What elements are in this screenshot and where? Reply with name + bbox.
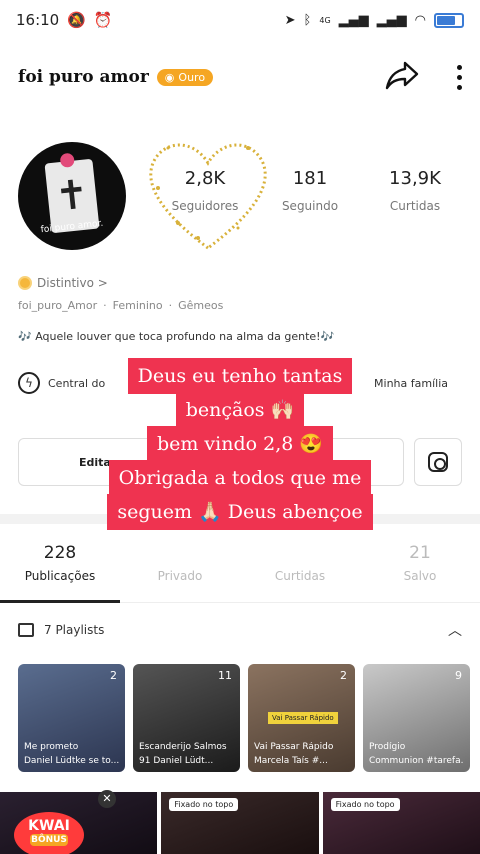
overlay-line: bençãos 🙌🏻 [175, 392, 305, 428]
playlist-count: 2 [340, 669, 347, 682]
playlist-row: 2 Me prometo Daniel Lüdtke se to... 11 E… [18, 664, 480, 772]
playlist-card[interactable]: 9 Prodígio Communion #tarefa... [363, 664, 470, 772]
overlay-line: Obrigada a todos que me [108, 460, 372, 496]
cross-icon: ✝ [52, 171, 92, 221]
status-left: 16:10 🔕 ⏰ [16, 11, 113, 29]
stat-label: Seguindo [281, 199, 339, 213]
badge-icon [18, 276, 32, 290]
playlist-icon [18, 623, 34, 637]
video-thumbnail[interactable]: KWAI BÔNUS [0, 792, 158, 854]
separator: · [103, 299, 107, 312]
stat-likes[interactable]: 13,9K Curtidas [370, 168, 460, 213]
tier-badge[interactable]: ◉ Ouro [156, 68, 214, 86]
mute-icon: 🔕 [67, 11, 86, 29]
more-options-icon[interactable] [457, 64, 462, 90]
stat-label: Curtidas [389, 199, 441, 213]
profile-meta: foi_puro_Amor · Feminino · Gêmeos [18, 299, 223, 312]
stat-label: Seguidores [171, 199, 239, 213]
bio: 🎶 Aquele louver que toca profundo na alm… [18, 330, 335, 343]
header-actions [385, 60, 462, 95]
zodiac-sign: Gêmeos [178, 299, 224, 312]
tab-likes[interactable]: Curtidas [240, 535, 360, 602]
bluetooth-icon: ᛒ [303, 12, 312, 28]
tab-saved[interactable]: 21 Salvo [360, 535, 480, 602]
pin-icon [59, 152, 75, 168]
playlist-card[interactable]: 11 Escanderijo Salmos 91 Daniel Lüdt... [133, 664, 240, 772]
playlist-title: Me prometo [24, 742, 79, 752]
badge-label: Distintivo > [37, 276, 108, 290]
profile-stats: 2,8K Seguidores 181 Seguindo 13,9K Curti… [160, 168, 460, 213]
video-thumbnail[interactable]: Fixado no topo [161, 792, 319, 854]
video-thumbnail[interactable]: Fixado no topo [322, 792, 480, 854]
content-tabs: 228 Publicações Privado Curtidas 21 Salv… [0, 535, 480, 603]
playlists-header[interactable]: 7 Playlists ︿ [18, 620, 462, 640]
stat-followers[interactable]: 2,8K Seguidores [160, 168, 250, 213]
separator: · [168, 299, 173, 312]
signal-icon: ▂▄▆ [338, 12, 369, 28]
overlay-line: bem vindo 2,8 😍 [146, 426, 334, 462]
tab-publications[interactable]: 228 Publicações [0, 535, 120, 602]
playlist-count: 2 [110, 669, 117, 682]
stat-value: 181 [292, 168, 328, 189]
badge-link[interactable]: Distintivo > [18, 276, 108, 290]
video-grid-preview: KWAI BÔNUS Fixado no topo Fixado no topo… [0, 790, 480, 854]
location-icon: ➤ [284, 12, 296, 28]
playlist-title: Vai Passar Rápido [254, 742, 334, 752]
tab-count [120, 543, 240, 563]
playlist-count: 9 [455, 669, 462, 682]
profile-header: foi puro amor ◉ Ouro [0, 55, 480, 99]
close-icon[interactable]: ✕ [98, 790, 116, 808]
kwai-label: KWAI [28, 818, 70, 834]
pinned-tag: Fixado no topo [169, 798, 239, 811]
tab-count [240, 543, 360, 563]
active-tab-indicator [0, 600, 120, 603]
network-label: 4G [319, 15, 331, 25]
stat-following[interactable]: 181 Seguindo [265, 168, 355, 213]
handle: foi_puro_Amor [18, 299, 98, 312]
playlist-subtitle: Daniel Lüdtke se to... [24, 756, 119, 766]
status-bar: 16:10 🔕 ⏰ ➤ ᛒ 4G ▂▄▆ ▂▄▆ ◠ [0, 0, 480, 40]
pinned-tag: Fixado no topo [330, 798, 400, 811]
playlist-subtitle: Communion #tarefa... [369, 756, 464, 766]
chevron-up-icon[interactable]: ︿ [448, 620, 462, 640]
tab-count: 21 [409, 543, 431, 563]
playlist-subtitle: 91 Daniel Lüdt... [139, 756, 214, 766]
tab-count: 228 [43, 543, 77, 563]
playlist-title: Escanderijo Salmos [139, 742, 227, 752]
share-icon[interactable] [385, 60, 419, 95]
wifi-icon: ◠ [414, 12, 426, 28]
username: foi puro amor [18, 67, 149, 87]
tab-label: Curtidas [274, 569, 326, 583]
tab-private[interactable]: Privado [120, 535, 240, 602]
stat-value: 2,8K [184, 168, 226, 189]
battery-icon [434, 12, 464, 28]
tab-label: Privado [157, 569, 203, 583]
kwai-bonus-badge[interactable]: KWAI BÔNUS [14, 812, 84, 854]
avatar[interactable]: ✝ foi puro amor. [18, 142, 126, 250]
overlay-line: Deus eu tenho tantas [127, 358, 353, 394]
stat-value: 13,9K [389, 168, 441, 189]
overlay-line: seguem 🙏🏻 Deus abençoe [107, 494, 373, 530]
tab-label: Publicações [24, 569, 96, 583]
status-right: ➤ ᛒ 4G ▂▄▆ ▂▄▆ ◠ [284, 12, 464, 28]
tab-label: Salvo [403, 569, 437, 583]
playlists-title: 7 Playlists [44, 623, 105, 637]
alarm-icon: ⏰ [93, 11, 113, 29]
playlist-card[interactable]: 2 Me prometo Daniel Lüdtke se to... [18, 664, 125, 772]
playlist-count: 11 [218, 669, 232, 682]
playlist-card[interactable]: 2 Vai Passar Rápido Vai Passar Rápido Ma… [248, 664, 355, 772]
playlist-title: Prodígio [369, 742, 406, 752]
playlist-cover-tag: Vai Passar Rápido [268, 712, 338, 724]
kwai-sub-label: BÔNUS [30, 834, 68, 846]
gender: Feminino [112, 299, 163, 312]
tier-label: Ouro [178, 70, 206, 84]
playlist-subtitle: Marcela Taís #... [254, 756, 328, 766]
clock: 16:10 [16, 11, 60, 29]
signal-icon: ▂▄▆ [376, 12, 407, 28]
text-overlay: Deus eu tenho tantas bençãos 🙌🏻 bem vind… [0, 358, 480, 530]
medal-icon: ◉ [164, 70, 175, 84]
